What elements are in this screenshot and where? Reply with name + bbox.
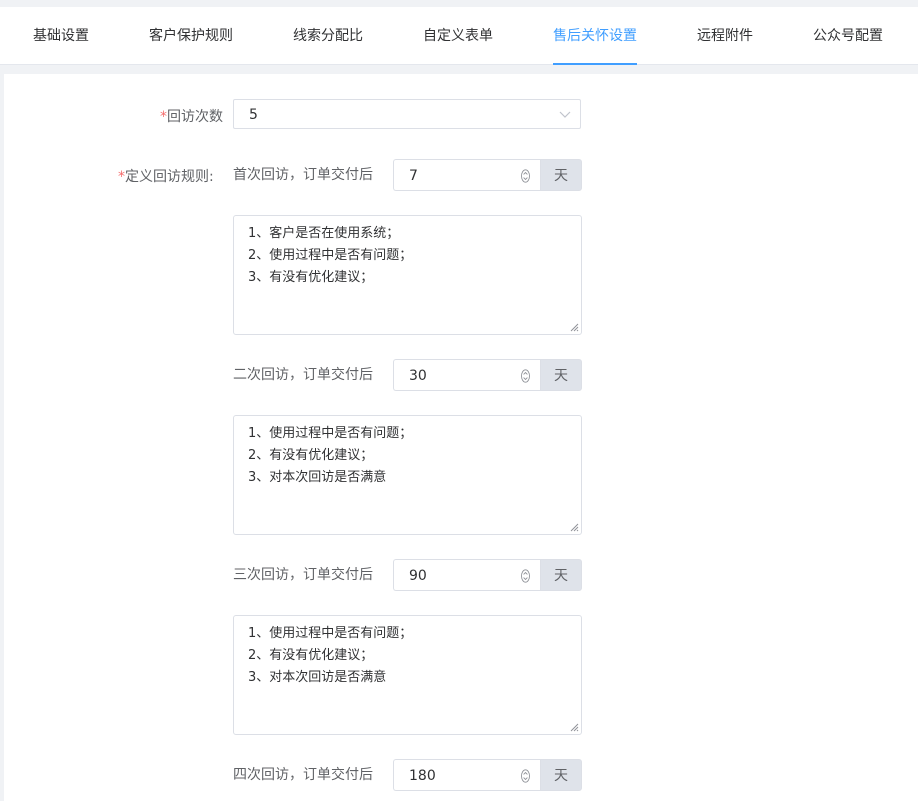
tab-after-sales-care-settings[interactable]: 售后关怀设置 — [553, 7, 637, 65]
stepper-arrows-icon[interactable] — [521, 369, 530, 383]
visit-4-days-value: 180 — [409, 768, 436, 784]
visit-count-label: *回访次数 — [160, 106, 223, 126]
note-line: 1、使用过程中是否有问题； — [248, 426, 413, 441]
visit-2-days-input[interactable]: 30 — [393, 359, 540, 391]
visit-rules-label-text: 定义回访规则: — [125, 169, 214, 185]
stepper-arrows-icon[interactable] — [521, 769, 530, 783]
note-line: 3、对本次回访是否满意 — [248, 470, 387, 485]
tab-basic-settings[interactable]: 基础设置 — [33, 7, 89, 64]
required-mark: * — [160, 109, 167, 125]
tab-remote-attachments[interactable]: 远程附件 — [697, 7, 753, 64]
note-line: 2、有没有优化建议； — [248, 648, 374, 663]
tab-customer-protection-rules[interactable]: 客户保护规则 — [149, 7, 233, 64]
visit-2-label: 二次回访，订单交付后 — [233, 367, 373, 383]
days-unit-label: 天 — [540, 359, 582, 391]
stepper-arrows-icon[interactable] — [521, 169, 530, 183]
visit-count-select[interactable]: 5 — [233, 99, 581, 129]
visit-2-days-group: 30 天 — [393, 359, 582, 391]
days-unit-label: 天 — [540, 559, 582, 591]
visit-1-days-value: 7 — [409, 168, 418, 184]
required-mark: * — [118, 169, 125, 185]
note-line: 2、有没有优化建议； — [248, 448, 374, 463]
visit-3-days-group: 90 天 — [393, 559, 582, 591]
visit-4-label: 四次回访，订单交付后 — [233, 767, 373, 783]
visit-4-days-input[interactable]: 180 — [393, 759, 540, 791]
visit-1-label: 首次回访，订单交付后 — [233, 167, 373, 183]
note-line: 1、使用过程中是否有问题； — [248, 626, 413, 641]
visit-2-days-value: 30 — [409, 368, 427, 384]
tab-official-account-config[interactable]: 公众号配置 — [813, 7, 883, 64]
visit-rules-label: *定义回访规则: — [118, 166, 214, 186]
resize-handle-icon[interactable] — [569, 722, 579, 732]
note-line: 1、客户是否在使用系统； — [248, 226, 400, 241]
visit-3-days-input[interactable]: 90 — [393, 559, 540, 591]
stepper-arrows-icon[interactable] — [521, 569, 530, 583]
visit-2-notes-textarea[interactable]: 1、使用过程中是否有问题； 2、有没有优化建议； 3、对本次回访是否满意 — [233, 415, 582, 535]
visit-3-label: 三次回访，订单交付后 — [233, 567, 373, 583]
tab-lead-allocation-ratio[interactable]: 线索分配比 — [293, 7, 363, 64]
visit-1-days-group: 7 天 — [393, 159, 582, 191]
settings-tab-bar: 基础设置 客户保护规则 线索分配比 自定义表单 售后关怀设置 远程附件 公众号配… — [0, 7, 918, 65]
note-line: 2、使用过程中是否有问题； — [248, 248, 413, 263]
visit-1-days-input[interactable]: 7 — [393, 159, 540, 191]
note-line: 3、对本次回访是否满意 — [248, 670, 387, 685]
days-unit-label: 天 — [540, 759, 582, 791]
visit-3-notes-textarea[interactable]: 1、使用过程中是否有问题； 2、有没有优化建议； 3、对本次回访是否满意 — [233, 615, 582, 735]
visit-1-notes-textarea[interactable]: 1、客户是否在使用系统； 2、使用过程中是否有问题； 3、有没有优化建议； — [233, 215, 582, 335]
note-line: 3、有没有优化建议； — [248, 270, 374, 285]
days-unit-label: 天 — [540, 159, 582, 191]
visit-4-days-group: 180 天 — [393, 759, 582, 791]
visit-count-value: 5 — [249, 107, 258, 123]
resize-handle-icon[interactable] — [569, 522, 579, 532]
tab-custom-form[interactable]: 自定义表单 — [423, 7, 493, 64]
resize-handle-icon[interactable] — [569, 322, 579, 332]
chevron-down-icon — [559, 111, 571, 118]
visit-count-label-text: 回访次数 — [167, 109, 223, 125]
visit-3-days-value: 90 — [409, 568, 427, 584]
